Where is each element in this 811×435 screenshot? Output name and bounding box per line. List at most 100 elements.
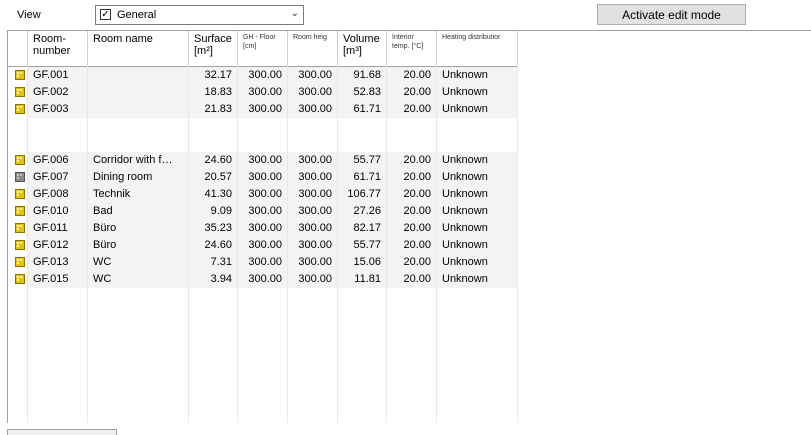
cell-volume: 52.83 xyxy=(338,84,387,101)
cell-interior-temp: 20.00 xyxy=(387,152,437,169)
cell-room-height: 300.00 xyxy=(288,101,338,118)
column-divider xyxy=(287,66,288,423)
room-yellow-icon xyxy=(15,274,25,284)
cell-interior-temp: 20.00 xyxy=(387,84,437,101)
cell-room-number: GF.012 xyxy=(28,237,88,254)
column-header-icon[interactable] xyxy=(8,31,28,66)
table-row[interactable]: GF.001 32.17 300.00 300.00 91.68 20.00 Unknown xyxy=(8,67,518,84)
view-checkbox-icon[interactable]: ✓ xyxy=(100,9,111,20)
row-icon-cell xyxy=(8,220,28,237)
table-row[interactable]: GF.006 Corridor with f… 24.60 300.00 300.00 5… xyxy=(8,152,518,169)
cell-heating-distribution: Unknown xyxy=(437,152,518,169)
table-row[interactable]: GF.002 18.83 300.00 300.00 52.83 20.00 Unknown xyxy=(8,84,518,101)
cell-room-name xyxy=(88,67,189,84)
cell-volume: 27.26 xyxy=(338,203,387,220)
column-header-gh-floor[interactable]: GH - Floor [cm] xyxy=(238,31,288,66)
cell-room-number: GF.011 xyxy=(28,220,88,237)
cell-surface: 32.17 xyxy=(189,67,238,84)
row-icon-cell xyxy=(8,169,28,186)
cell-room-number: GF.008 xyxy=(28,186,88,203)
cell-volume: 11.81 xyxy=(338,271,387,288)
table-row[interactable]: GF.010 Bad 9.09 300.00 300.00 27.26 20.00 Unkno… xyxy=(8,203,518,220)
room-yellow-icon xyxy=(15,189,25,199)
column-header-surface[interactable]: Surface [m²] xyxy=(189,31,238,66)
cell-heating-distribution: Unknown xyxy=(437,254,518,271)
row-icon-cell xyxy=(8,237,28,254)
table-row[interactable]: GF.008 Technik 41.30 300.00 300.00 106.77 20.0… xyxy=(8,186,518,203)
column-header-room-number[interactable]: Room- number xyxy=(28,31,88,66)
cell-surface: 7.31 xyxy=(189,254,238,271)
room-yellow-icon xyxy=(15,206,25,216)
cell-surface: 41.30 xyxy=(189,186,238,203)
cell-room-number: GF.001 xyxy=(28,67,88,84)
row-icon-cell xyxy=(8,152,28,169)
cell-room-name: Dining room xyxy=(88,169,189,186)
cell-room-height: 300.00 xyxy=(288,203,338,220)
cell-room-name: Corridor with f… xyxy=(88,152,189,169)
cell-room-height: 300.00 xyxy=(288,237,338,254)
column-divider xyxy=(237,66,238,423)
cell-room-height: 300.00 xyxy=(288,169,338,186)
column-header-room-name[interactable]: Room name xyxy=(88,31,189,66)
cell-interior-temp: 20.00 xyxy=(387,67,437,84)
column-divider xyxy=(436,66,437,423)
room-grey-icon xyxy=(15,172,25,182)
cell-room-number: GF.010 xyxy=(28,203,88,220)
table-row[interactable]: GF.007 Dining room 20.57 300.00 300.00 61.71 2… xyxy=(8,169,518,186)
bottom-tab[interactable] xyxy=(7,429,117,435)
room-yellow-icon xyxy=(15,257,25,267)
cell-surface: 21.83 xyxy=(189,101,238,118)
cell-gh-floor: 300.00 xyxy=(238,254,288,271)
column-header-room-height[interactable]: Room heig xyxy=(288,31,338,66)
table-row[interactable]: GF.003 21.83 300.00 300.00 61.71 20.00 Unknown xyxy=(8,101,518,118)
view-selected-value: General xyxy=(117,9,157,21)
chevron-down-icon[interactable]: ⌄ xyxy=(291,8,299,19)
cell-gh-floor: 300.00 xyxy=(238,271,288,288)
room-yellow-icon xyxy=(15,104,25,114)
column-divider xyxy=(27,66,28,423)
cell-heating-distribution: Unknown xyxy=(437,67,518,84)
row-icon-cell xyxy=(8,186,28,203)
cell-room-name: WC xyxy=(88,271,189,288)
cell-gh-floor: 300.00 xyxy=(238,152,288,169)
view-label: View xyxy=(17,9,41,21)
cell-volume: 55.77 xyxy=(338,237,387,254)
table-row[interactable]: GF.013 WC 7.31 300.00 300.00 15.06 20.00 Unknow… xyxy=(8,254,518,271)
cell-room-height: 300.00 xyxy=(288,67,338,84)
cell-gh-floor: 300.00 xyxy=(238,101,288,118)
column-divider xyxy=(386,66,387,423)
cell-gh-floor: 300.00 xyxy=(238,237,288,254)
cell-volume: 61.71 xyxy=(338,169,387,186)
row-icon-cell xyxy=(8,254,28,271)
room-yellow-icon xyxy=(15,223,25,233)
column-header-interior-temp[interactable]: Interior temp. [°C] xyxy=(387,31,437,66)
table-row[interactable]: GF.012 Büro 24.60 300.00 300.00 55.77 20.00 Unk… xyxy=(8,237,518,254)
column-divider xyxy=(87,66,88,423)
view-select[interactable]: ✓ General ⌄ xyxy=(95,5,304,25)
column-header-volume[interactable]: Volume [m³] xyxy=(338,31,387,66)
room-yellow-icon xyxy=(15,155,25,165)
table-row[interactable]: GF.011 Büro 35.23 300.00 300.00 82.17 20.00 Unk… xyxy=(8,220,518,237)
row-icon-cell xyxy=(8,84,28,101)
cell-interior-temp: 20.00 xyxy=(387,101,437,118)
cell-room-height: 300.00 xyxy=(288,271,338,288)
room-yellow-icon xyxy=(15,87,25,97)
row-icon-cell xyxy=(8,101,28,118)
cell-heating-distribution: Unknown xyxy=(437,220,518,237)
cell-room-height: 300.00 xyxy=(288,152,338,169)
cell-heating-distribution: Unknown xyxy=(437,101,518,118)
column-divider xyxy=(337,66,338,423)
cell-heating-distribution: Unknown xyxy=(437,84,518,101)
column-header-heating-distribution[interactable]: Heating distributior xyxy=(437,31,518,66)
table-row[interactable]: GF.015 WC 3.94 300.00 300.00 11.81 20.00 Unknow… xyxy=(8,271,518,288)
row-icon-cell xyxy=(8,67,28,84)
cell-surface: 24.60 xyxy=(189,152,238,169)
cell-surface: 18.83 xyxy=(189,84,238,101)
room-yellow-icon xyxy=(15,240,25,250)
activate-edit-mode-button[interactable]: Activate edit mode xyxy=(597,4,746,25)
cell-interior-temp: 20.00 xyxy=(387,169,437,186)
cell-interior-temp: 20.00 xyxy=(387,271,437,288)
table-header: Room- number Room name Surface [m²] GH - Fl… xyxy=(8,31,518,67)
cell-room-name xyxy=(88,84,189,101)
cell-room-name: Technik xyxy=(88,186,189,203)
